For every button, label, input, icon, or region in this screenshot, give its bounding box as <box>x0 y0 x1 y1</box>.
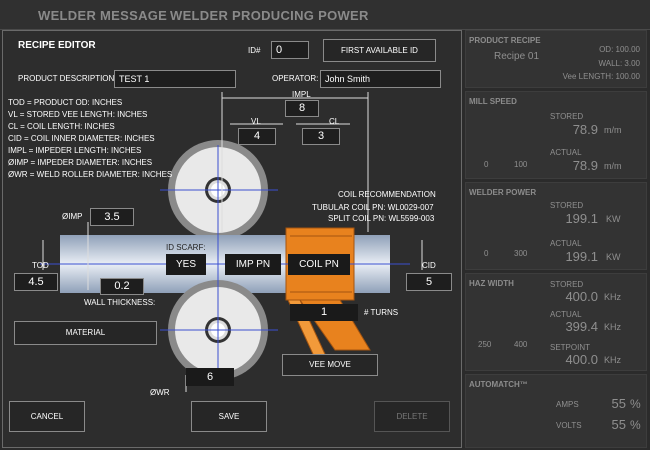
volts-value: 55 <box>611 417 626 432</box>
imp-field[interactable]: 3.5 <box>90 208 134 226</box>
cid-field[interactable]: 5 <box>406 273 452 291</box>
welder-power-gauge-max: 300 <box>514 249 528 258</box>
recipe-wall: WALL: 3.00 <box>598 59 640 68</box>
haz-width-title: HAZ WIDTH <box>469 279 514 288</box>
actual-label: ACTUAL <box>550 148 582 157</box>
stored-label: STORED <box>550 201 584 210</box>
welder-power-gauge-min: 0 <box>484 249 489 258</box>
tubular-coil-pn: TUBULAR COIL PN: WL0029-007 <box>312 203 434 212</box>
actual-unit: m/m <box>604 161 622 171</box>
vl-label: VL <box>251 117 261 126</box>
operator-label: OPERATOR: <box>272 74 319 83</box>
id-scarf-value[interactable]: YES <box>166 254 206 275</box>
setpoint-value: 400.0 <box>565 352 598 367</box>
setpoint-label: SETPOINT <box>550 343 591 352</box>
stored-label: STORED <box>550 280 584 289</box>
legend-item: ØWR = WELD ROLLER DIAMETER: INCHES <box>8 170 173 179</box>
legend-item: IMPL = IMPEDER LENGTH: INCHES <box>8 146 142 155</box>
page-title: RECIPE EDITOR <box>18 40 96 51</box>
recipe-name: Recipe 01 <box>494 51 540 62</box>
cancel-button[interactable]: CANCEL <box>9 401 85 432</box>
actual-value: 199.1 <box>565 249 598 264</box>
impl-label: IMPL <box>292 90 311 99</box>
operator-field[interactable]: John Smith <box>320 70 441 88</box>
actual-label: ACTUAL <box>550 310 582 319</box>
mill-speed-gauge-min: 0 <box>484 160 489 169</box>
cid-label: CID <box>422 261 436 270</box>
actual-label: ACTUAL <box>550 239 582 248</box>
haz-width-panel: HAZ WIDTH 250 400 STORED 400.0 KHz ACTUA… <box>465 273 647 371</box>
impeder-pn-button[interactable]: IMP PN <box>225 254 281 275</box>
id-field[interactable]: 0 <box>271 41 309 59</box>
split-coil-pn: SPLIT COIL PN: WL5599-003 <box>328 214 435 223</box>
actual-unit: KHz <box>604 322 622 332</box>
haz-gauge-min: 250 <box>478 340 492 349</box>
recipe-od: OD: 100.00 <box>599 45 640 54</box>
stored-value: 78.9 <box>572 122 598 137</box>
volts-label: VOLTS <box>556 421 582 430</box>
stored-label: STORED <box>550 112 584 121</box>
coil-pn-button[interactable]: COIL PN <box>288 254 350 275</box>
automatch-title: AUTOMATCH™ <box>469 380 528 389</box>
vee-move-button[interactable]: VEE MOVE <box>282 354 378 376</box>
imp-label: ØIMP <box>62 212 83 221</box>
amps-unit: % <box>630 397 641 411</box>
amps-label: AMPS <box>556 400 579 409</box>
legend-item: ØIMP = IMPEDER DIAMETER: INCHES <box>8 158 153 167</box>
cl-field[interactable]: 3 <box>302 128 340 145</box>
haz-gauge-max: 400 <box>514 340 528 349</box>
legend-item: VL = STORED VEE LENGTH: INCHES <box>8 110 148 119</box>
turns-field[interactable]: 1 <box>290 304 358 321</box>
tod-field[interactable]: 4.5 <box>14 273 58 291</box>
stored-unit: KW <box>606 214 621 224</box>
turns-label: # TURNS <box>364 308 399 317</box>
mill-speed-panel: MILL SPEED 0 100 STORED 78.9 m/m ACTUAL … <box>465 91 647 179</box>
id-scarf-label: ID SCARF: <box>166 243 206 252</box>
delete-button[interactable]: DELETE <box>374 401 450 432</box>
tod-label: TOD <box>32 261 49 270</box>
actual-value: 78.9 <box>572 158 598 173</box>
stored-unit: m/m <box>604 125 622 135</box>
wr-label: ØWR <box>150 388 170 397</box>
recipe-vee-length: Vee LENGTH: 100.00 <box>562 72 640 81</box>
actual-unit: KW <box>606 252 621 262</box>
coil-recommendation-title: COIL RECOMMENDATION <box>338 190 436 199</box>
stored-unit: KHz <box>604 292 622 302</box>
volts-unit: % <box>630 418 641 432</box>
mill-speed-title: MILL SPEED <box>469 97 517 106</box>
material-button[interactable]: MATERIAL <box>14 321 157 345</box>
actual-value: 399.4 <box>565 319 598 334</box>
cl-label: CL <box>329 117 340 126</box>
impl-field[interactable]: 8 <box>285 100 319 117</box>
wall-thickness-field[interactable]: 0.2 <box>100 278 144 295</box>
setpoint-unit: KHz <box>604 355 622 365</box>
welder-power-title: WELDER POWER <box>469 188 537 197</box>
vl-field[interactable]: 4 <box>238 128 276 145</box>
amps-value: 55 <box>611 396 626 411</box>
mill-speed-gauge-max: 100 <box>514 160 528 169</box>
automatch-panel: AUTOMATCH™ AMPS 55 % VOLTS 55 % <box>465 374 647 448</box>
product-recipe-title: PRODUCT RECIPE <box>469 36 541 45</box>
product-recipe-panel: PRODUCT RECIPE Recipe 01 OD: 100.00 WALL… <box>465 30 647 88</box>
wr-field[interactable]: 6 <box>186 368 234 386</box>
welder-power-panel: WELDER POWER 0 300 STORED 199.1 KW ACTUA… <box>465 182 647 270</box>
wall-thickness-label: WALL THICKNESS: <box>84 298 156 307</box>
product-description-label: PRODUCT DESCRIPTION: <box>18 74 117 83</box>
legend-item: CID = COIL INNER DIAMETER: INCHES <box>8 134 155 143</box>
first-available-id-button[interactable]: FIRST AVAILABLE ID <box>323 39 436 62</box>
legend-item: TOD = PRODUCT OD: INCHES <box>8 98 123 107</box>
product-description-field[interactable]: TEST 1 <box>114 70 236 88</box>
save-button[interactable]: SAVE <box>191 401 267 432</box>
id-label: ID# <box>248 46 261 55</box>
legend-item: CL = COIL LENGTH: INCHES <box>8 122 115 131</box>
stored-value: 400.0 <box>565 289 598 304</box>
stored-value: 199.1 <box>565 211 598 226</box>
